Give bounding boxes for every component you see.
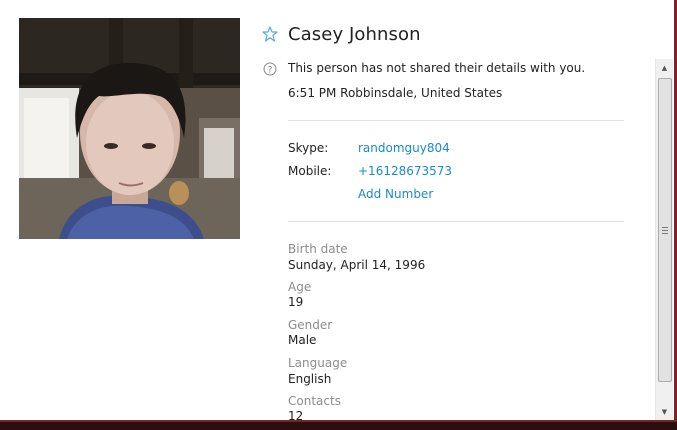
grip-icon (662, 227, 668, 236)
divider (288, 120, 624, 121)
language-label: Language (288, 356, 348, 370)
svg-text:?: ? (268, 65, 273, 75)
privacy-notice: This person has not shared their details… (288, 61, 586, 75)
skype-id-link[interactable]: randomguy804 (358, 141, 450, 155)
profile-photo[interactable] (19, 18, 240, 239)
vertical-scrollbar[interactable]: ▲ ▼ (655, 59, 673, 420)
language-value: English (288, 372, 332, 386)
scroll-thumb[interactable] (658, 78, 672, 382)
star-outline-icon[interactable] (262, 26, 278, 42)
question-circle-icon: ? (263, 62, 277, 76)
scroll-down-arrow-icon[interactable]: ▼ (656, 403, 673, 420)
divider (288, 221, 624, 222)
mobile-label: Mobile: (288, 164, 332, 178)
age-label: Age (288, 280, 312, 294)
birth-date-label: Birth date (288, 242, 348, 256)
window-border (0, 420, 677, 430)
contacts-label: Contacts (288, 394, 341, 408)
birth-date-value: Sunday, April 14, 1996 (288, 258, 426, 272)
add-number-link[interactable]: Add Number (358, 187, 433, 201)
skype-label: Skype: (288, 141, 329, 155)
gender-label: Gender (288, 318, 333, 332)
gender-value: Male (288, 333, 317, 347)
mobile-number-link[interactable]: +16128673573 (358, 164, 452, 178)
local-time-location: 6:51 PM Robbinsdale, United States (288, 86, 503, 100)
age-value: 19 (288, 295, 304, 309)
scroll-up-arrow-icon[interactable]: ▲ (656, 59, 673, 76)
contact-name: Casey Johnson (288, 24, 421, 45)
